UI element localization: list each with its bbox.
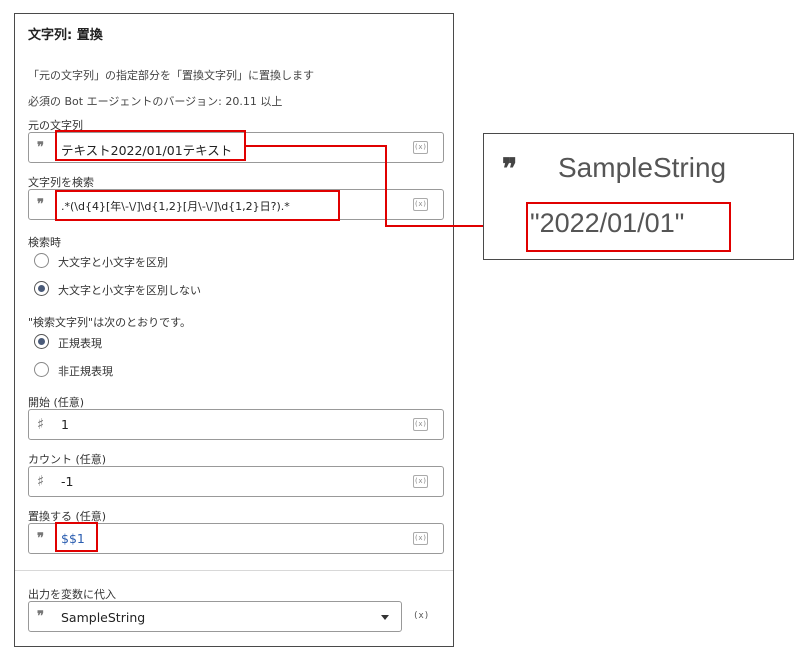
radio-button[interactable] (34, 253, 49, 268)
quote-icon: ❞ (37, 197, 44, 212)
highlight-source-value (55, 130, 246, 161)
start-value[interactable]: 1 (61, 417, 69, 432)
count-value[interactable]: -1 (61, 474, 73, 489)
variable-insert-icon[interactable]: (x) (413, 198, 428, 211)
radio-label: 正規表現 (58, 337, 102, 350)
radio-label: 大文字と小文字を区別 (58, 256, 168, 269)
variable-insert-icon[interactable]: (x) (413, 141, 428, 154)
variable-insert-icon[interactable]: (x) (413, 532, 428, 545)
radio-button-selected[interactable] (34, 334, 49, 349)
quote-icon: ❞ (37, 531, 44, 546)
output-label: 出力を変数に代入 (28, 588, 116, 601)
start-field[interactable]: ♯ 1 (x) (28, 409, 444, 440)
action-description: 「元の文字列」の指定部分を「置換文字列」に置換します (28, 69, 314, 82)
highlight-result-value (526, 202, 731, 252)
radio-button[interactable] (34, 362, 49, 377)
highlight-replace-value (55, 522, 98, 552)
connector-line (385, 145, 387, 227)
output-variable-select[interactable]: ❞ SampleString (28, 601, 402, 632)
preview-variable-name: SampleString (558, 152, 727, 183)
case-label: 検索時 (28, 236, 61, 249)
highlight-search-value (55, 190, 340, 221)
radio-label: 大文字と小文字を区別しない (58, 284, 201, 297)
count-label: カウント (任意) (28, 453, 107, 466)
section-divider (15, 570, 453, 571)
version-requirement: 必須の Bot エージェントのバージョン: 20.11 以上 (28, 95, 283, 108)
radio-button-selected[interactable] (34, 281, 49, 296)
variable-insert-icon[interactable]: (x) (413, 418, 428, 431)
panel-title: 文字列: 置換 (28, 28, 103, 43)
search-string-label: 文字列を検索 (28, 176, 94, 189)
variable-insert-icon[interactable]: (x) (413, 475, 428, 488)
chevron-down-icon[interactable] (381, 615, 389, 620)
start-label: 開始 (任意) (28, 396, 85, 409)
quote-icon: ❞ (37, 609, 44, 624)
create-variable-icon[interactable]: (x) (413, 611, 429, 621)
output-variable-value: SampleString (61, 610, 146, 625)
count-field[interactable]: ♯ -1 (x) (28, 466, 444, 497)
radio-label: 非正規表現 (58, 365, 113, 378)
search-type-label: "検索文字列"は次のとおりです。 (28, 316, 192, 329)
hash-icon: ♯ (37, 472, 45, 490)
hash-icon: ♯ (37, 415, 45, 433)
connector-line (246, 145, 387, 147)
quote-icon: ❞ (37, 140, 44, 155)
quote-icon: ❞ (502, 152, 517, 185)
